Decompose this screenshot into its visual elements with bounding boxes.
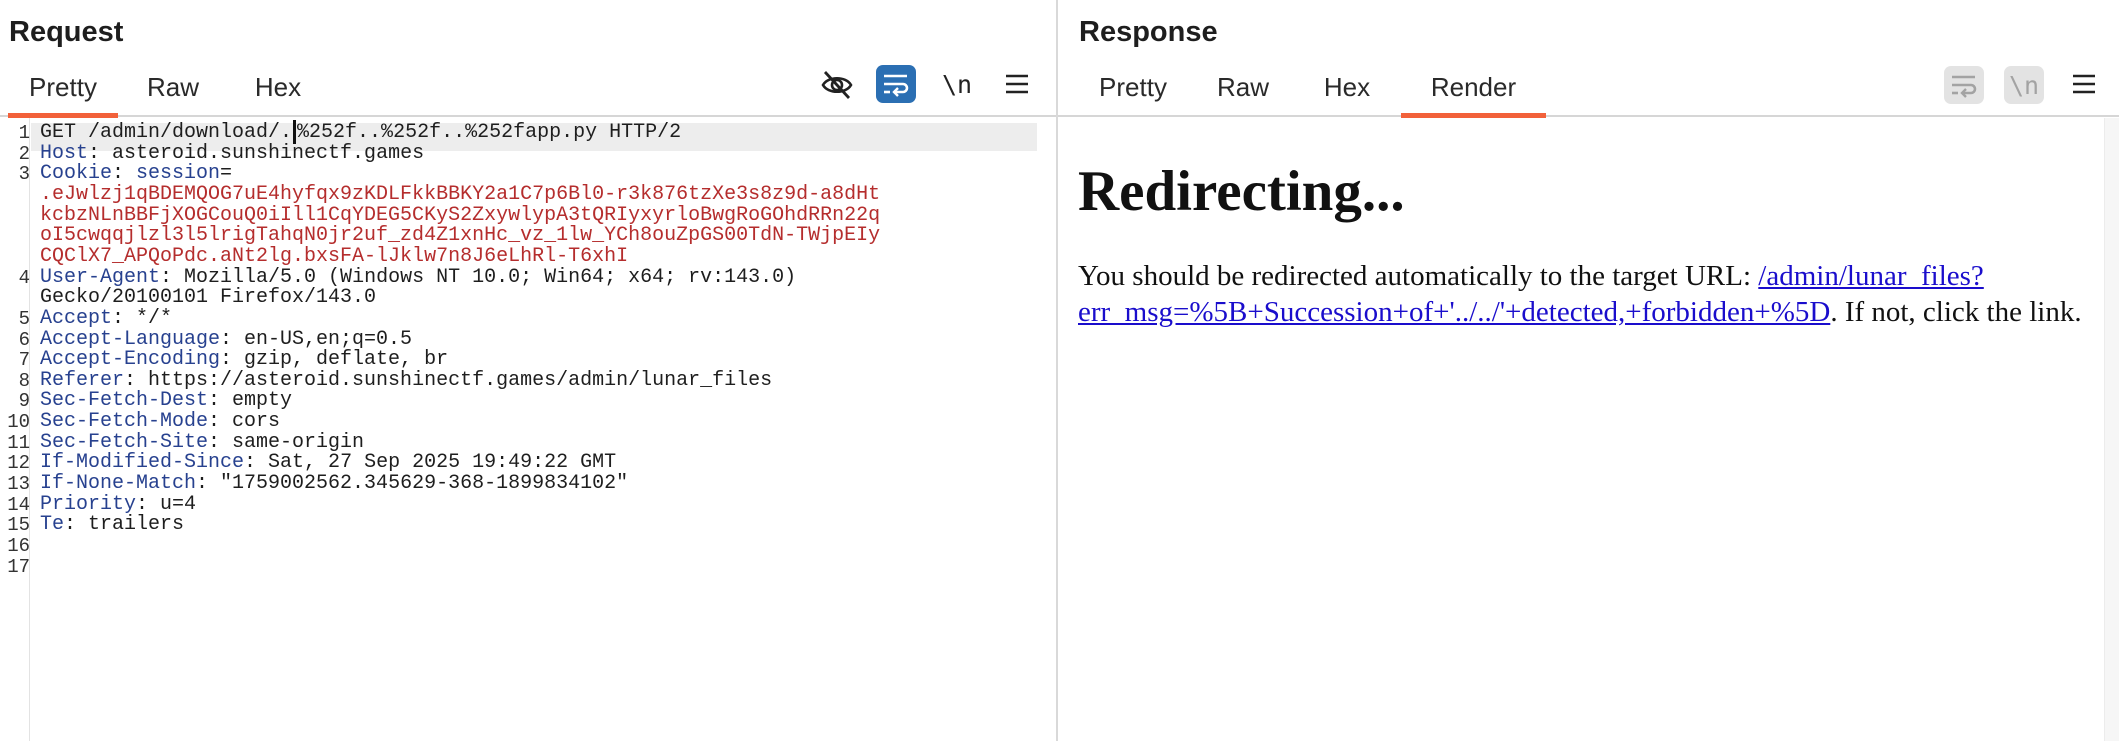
request-line: Te: trailers bbox=[40, 511, 184, 539]
line-number-gutter: 1 2 3 4 5 6 7 8 9 10 11 12 13 14 15 16 17 bbox=[0, 118, 30, 741]
hamburger-menu-icon-glyph bbox=[2073, 74, 2095, 94]
redirect-text-before: You should be redirected automatically t… bbox=[1078, 260, 1759, 292]
rendered-response: Redirecting... You should be redirected … bbox=[1078, 118, 2093, 330]
response-tab-bar: Pretty Raw Hex Render \n bbox=[1058, 60, 2119, 118]
request-tab-bar: Pretty Raw Hex \n bbox=[0, 60, 1056, 118]
tab-request-raw[interactable]: Raw bbox=[138, 72, 208, 113]
request-editor[interactable]: 1 2 3 4 5 6 7 8 9 10 11 12 13 14 15 16 17 GET /admin/dow… bbox=[0, 118, 1056, 741]
tab-request-hex[interactable]: Hex bbox=[245, 72, 311, 113]
line-number: 17 bbox=[7, 555, 30, 578]
eye-off-icon[interactable] bbox=[817, 66, 857, 104]
response-pane: Response Pretty Raw Hex Render \n Redire… bbox=[1058, 0, 2119, 741]
tab-response-pretty[interactable]: Pretty bbox=[1078, 72, 1188, 113]
line-text: : "1759002562.345629-368-1899834102" bbox=[196, 472, 629, 496]
hamburger-menu-icon[interactable] bbox=[998, 66, 1036, 102]
tab-response-hex[interactable]: Hex bbox=[1314, 72, 1380, 113]
hamburger-menu-icon-glyph bbox=[1006, 74, 1028, 94]
response-scrollbar[interactable] bbox=[2104, 118, 2119, 741]
eye-off-icon-glyph bbox=[821, 71, 853, 99]
hamburger-menu-icon[interactable] bbox=[2066, 66, 2102, 102]
word-wrap-icon[interactable] bbox=[876, 65, 916, 103]
redirect-message: You should be redirected automatically t… bbox=[1078, 258, 2093, 330]
line-number: 4 bbox=[18, 266, 30, 289]
word-wrap-icon-glyph bbox=[1952, 75, 1977, 98]
tab-response-raw[interactable]: Raw bbox=[1208, 72, 1278, 113]
newline-toggle[interactable]: \n bbox=[938, 66, 976, 102]
word-wrap-icon[interactable] bbox=[1944, 66, 1984, 104]
tab-request-pretty[interactable]: Pretty bbox=[8, 72, 118, 118]
redirect-text-after: . If not, click the link. bbox=[1830, 296, 2082, 328]
newline-toggle[interactable]: \n bbox=[2004, 66, 2044, 104]
request-pane: Request Pretty Raw Hex \n 1 2 3 4 5 6 7 … bbox=[0, 0, 1058, 741]
header-name: Te bbox=[40, 513, 65, 537]
request-title: Request bbox=[9, 16, 124, 48]
redirect-heading: Redirecting... bbox=[1078, 160, 1405, 223]
tab-response-render[interactable]: Render bbox=[1401, 72, 1546, 118]
word-wrap-icon-glyph bbox=[884, 74, 909, 97]
response-title: Response bbox=[1079, 16, 1218, 48]
line-text: : trailers bbox=[64, 513, 185, 537]
line-number: 3 bbox=[18, 163, 30, 186]
